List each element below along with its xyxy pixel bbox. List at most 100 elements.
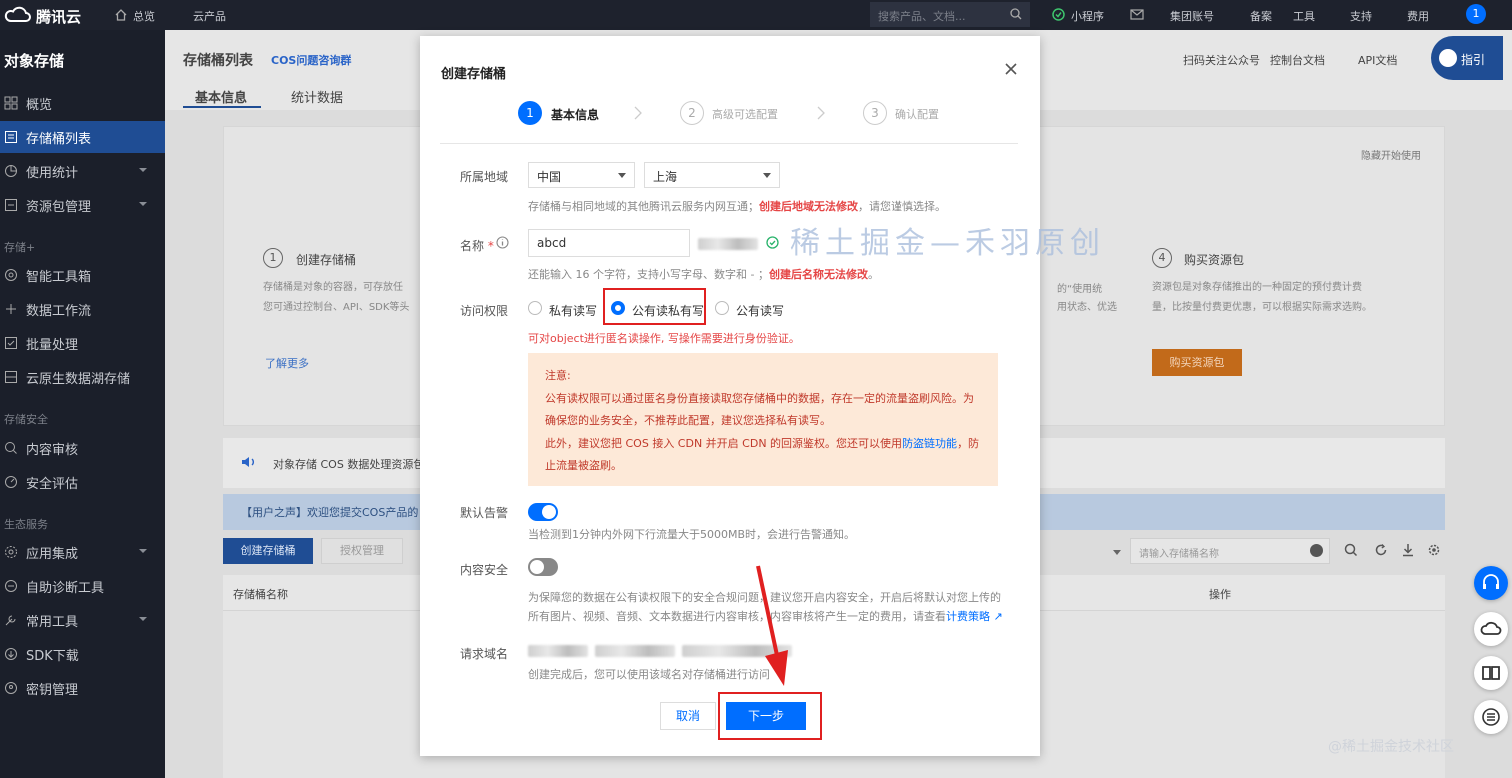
radio-private[interactable] <box>528 301 542 315</box>
sidebar-item-common-tools[interactable]: 常用工具 <box>0 604 165 636</box>
step-number: 4 <box>1152 248 1172 268</box>
content-security-toggle[interactable] <box>528 558 558 576</box>
region-country-value: 中国 <box>537 170 562 184</box>
notice-text: 对象存储 COS 数据处理资源包 <box>273 458 425 471</box>
logo-text[interactable]: 腾讯云 <box>36 6 81 27</box>
annotation-highlight-box <box>603 288 706 325</box>
tab-stats[interactable]: 统计数据 <box>291 87 343 106</box>
topbar-item-tools[interactable]: 工具 <box>1293 8 1315 24</box>
close-icon[interactable] <box>1004 62 1018 76</box>
topbar-item-miniprogram[interactable]: 小程序 <box>1071 8 1104 24</box>
pie-chart-icon <box>5 165 17 177</box>
docs-button[interactable] <box>1474 656 1508 690</box>
sidebar-item-datalake[interactable]: 云原生数据湖存储 <box>0 361 165 393</box>
settings-icon[interactable] <box>1427 543 1441 557</box>
download-icon[interactable] <box>1401 543 1415 557</box>
clear-icon[interactable] <box>1310 544 1323 557</box>
sidebar-item-label: 存储桶列表 <box>26 131 92 147</box>
customer-service-button[interactable] <box>1474 566 1508 600</box>
region-city-select[interactable]: 上海 <box>644 162 780 188</box>
radio-private-label[interactable]: 私有读写 <box>549 302 597 319</box>
home-link[interactable]: 总览 <box>133 8 155 24</box>
sidebar-item-sdk-download[interactable]: SDK下载 <box>0 638 165 670</box>
cloud-service-button[interactable] <box>1474 612 1508 646</box>
search-box[interactable]: 搜索产品、文档... <box>870 2 1030 27</box>
cancel-button[interactable]: 取消 <box>660 702 716 730</box>
sidebar-item-label: 应用集成 <box>26 546 79 562</box>
sidebar-item-overview[interactable]: 概览 <box>0 87 165 119</box>
chevron-right-icon <box>816 106 826 120</box>
topbar-item-group-account[interactable]: 集团账号 <box>1170 8 1214 24</box>
sidebar-item-app-integration[interactable]: 应用集成 <box>0 536 165 568</box>
sidebar-item-resource-pack[interactable]: 资源包管理 <box>0 189 165 221</box>
topbar-item-billing[interactable]: 费用 <box>1407 8 1429 24</box>
sidebar-item-batch[interactable]: 批量处理 <box>0 327 165 359</box>
search-icon[interactable] <box>1344 543 1358 557</box>
refresh-icon[interactable] <box>1374 543 1388 557</box>
alarm-hint: 当检测到1分钟内外网下行流量大于5000MB时，会进行告警通知。 <box>528 528 856 541</box>
step-2-label: 高级可选配置 <box>712 108 778 121</box>
wrench-icon <box>5 615 16 626</box>
sidebar-item-label: 安全评估 <box>26 476 79 492</box>
learn-more-link[interactable]: 了解更多 <box>265 355 309 371</box>
miniprogram-icon[interactable] <box>1052 8 1065 21</box>
annotation-arrow <box>740 560 800 690</box>
chevron-down-icon[interactable] <box>1113 550 1121 555</box>
avatar[interactable]: 1 <box>1466 4 1486 24</box>
toolbox-icon <box>5 269 17 281</box>
secondary-button[interactable]: 授权管理 <box>321 538 403 564</box>
topbar-item-support[interactable]: 支持 <box>1350 8 1372 24</box>
sidebar-item-usage-stats[interactable]: 使用统计 <box>0 155 165 187</box>
sidebar-item-smart-toolbox[interactable]: 智能工具箱 <box>0 259 165 291</box>
warning-note: 注意: 公有读权限可以通过匿名身份直接读取您存储桶中的数据，存在一定的流量盗刷风… <box>528 353 998 486</box>
card4-desc: 资源包是对象存储推出的一种固定的预付费计费 <box>1152 282 1362 293</box>
access-label: 访问权限 <box>460 304 509 318</box>
console-docs-link[interactable]: 控制台文档 <box>1270 52 1325 68</box>
gauge-icon <box>5 476 17 488</box>
user-voice-text[interactable]: 【用户之声】欢迎您提交COS产品的 <box>241 504 418 520</box>
bucket-name-input[interactable]: abcd <box>528 229 690 257</box>
guide-button[interactable]: 指引 <box>1431 36 1503 80</box>
step-1-label: 基本信息 <box>551 108 600 122</box>
sidebar-item-key-management[interactable]: 密钥管理 <box>0 672 165 704</box>
card-desc: 的“使用统 <box>1057 284 1103 295</box>
radio-public-read-write[interactable] <box>715 301 729 315</box>
tab-basic-info[interactable]: 基本信息 <box>195 87 247 106</box>
step-2-number: 2 <box>680 101 704 125</box>
menu-button[interactable] <box>1474 700 1508 734</box>
products-menu[interactable]: 云产品 <box>193 8 226 24</box>
chevron-down-icon <box>139 202 147 206</box>
info-icon[interactable] <box>496 236 509 249</box>
billing-policy-link[interactable]: 计费策略 <box>946 610 990 623</box>
api-docs-link[interactable]: API文档 <box>1358 52 1397 68</box>
note-line: 此外，建议您把 COS 接入 CDN 并开启 CDN 的回源鉴权。您还可以使用防… <box>545 437 980 450</box>
search-icon[interactable] <box>1010 8 1022 20</box>
sidebar-item-label: 云原生数据湖存储 <box>26 371 131 387</box>
bucket-search-input[interactable]: 请输入存储桶名称 <box>1130 538 1330 564</box>
follow-wechat-link[interactable]: 扫码关注公众号 <box>1183 52 1260 68</box>
column-header-name[interactable]: 存储桶名称 <box>233 586 288 602</box>
buy-resource-pack-button[interactable]: 购买资源包 <box>1152 349 1242 376</box>
home-icon[interactable] <box>115 9 127 21</box>
create-bucket-button[interactable]: 创建存储桶 <box>223 538 313 564</box>
sidebar-item-self-diagnosis[interactable]: 自助诊断工具 <box>0 570 165 602</box>
card-desc: 用状态、优选 <box>1057 302 1117 313</box>
sidebar-item-security-assessment[interactable]: 安全评估 <box>0 466 165 498</box>
hotlink-protection-link[interactable]: 防盗链功能 <box>902 437 957 450</box>
radio-public-read-write-label[interactable]: 公有读写 <box>736 302 784 319</box>
mail-icon[interactable] <box>1130 9 1144 20</box>
sidebar-item-content-audit[interactable]: 内容审核 <box>0 432 165 464</box>
sidebar-item-label: 批量处理 <box>26 337 79 353</box>
cloud-logo-icon[interactable] <box>4 6 32 24</box>
sdk-icon <box>5 648 17 660</box>
community-link[interactable]: COS问题咨询群 <box>271 52 351 68</box>
topbar-item-icp[interactable]: 备案 <box>1250 8 1272 24</box>
footer-watermark: @稀土掘金技术社区 <box>1328 739 1454 755</box>
alarm-toggle[interactable] <box>528 503 558 521</box>
region-country-select[interactable]: 中国 <box>528 162 635 188</box>
checklist-icon <box>5 337 17 349</box>
sidebar-item-workflow[interactable]: 数据工作流 <box>0 293 165 325</box>
hide-guide-link[interactable]: 隐藏开始使用 <box>1361 147 1421 162</box>
sidebar-item-bucket-list[interactable]: 存储桶列表 <box>0 121 165 153</box>
sidebar-item-label: 内容审核 <box>26 442 79 458</box>
